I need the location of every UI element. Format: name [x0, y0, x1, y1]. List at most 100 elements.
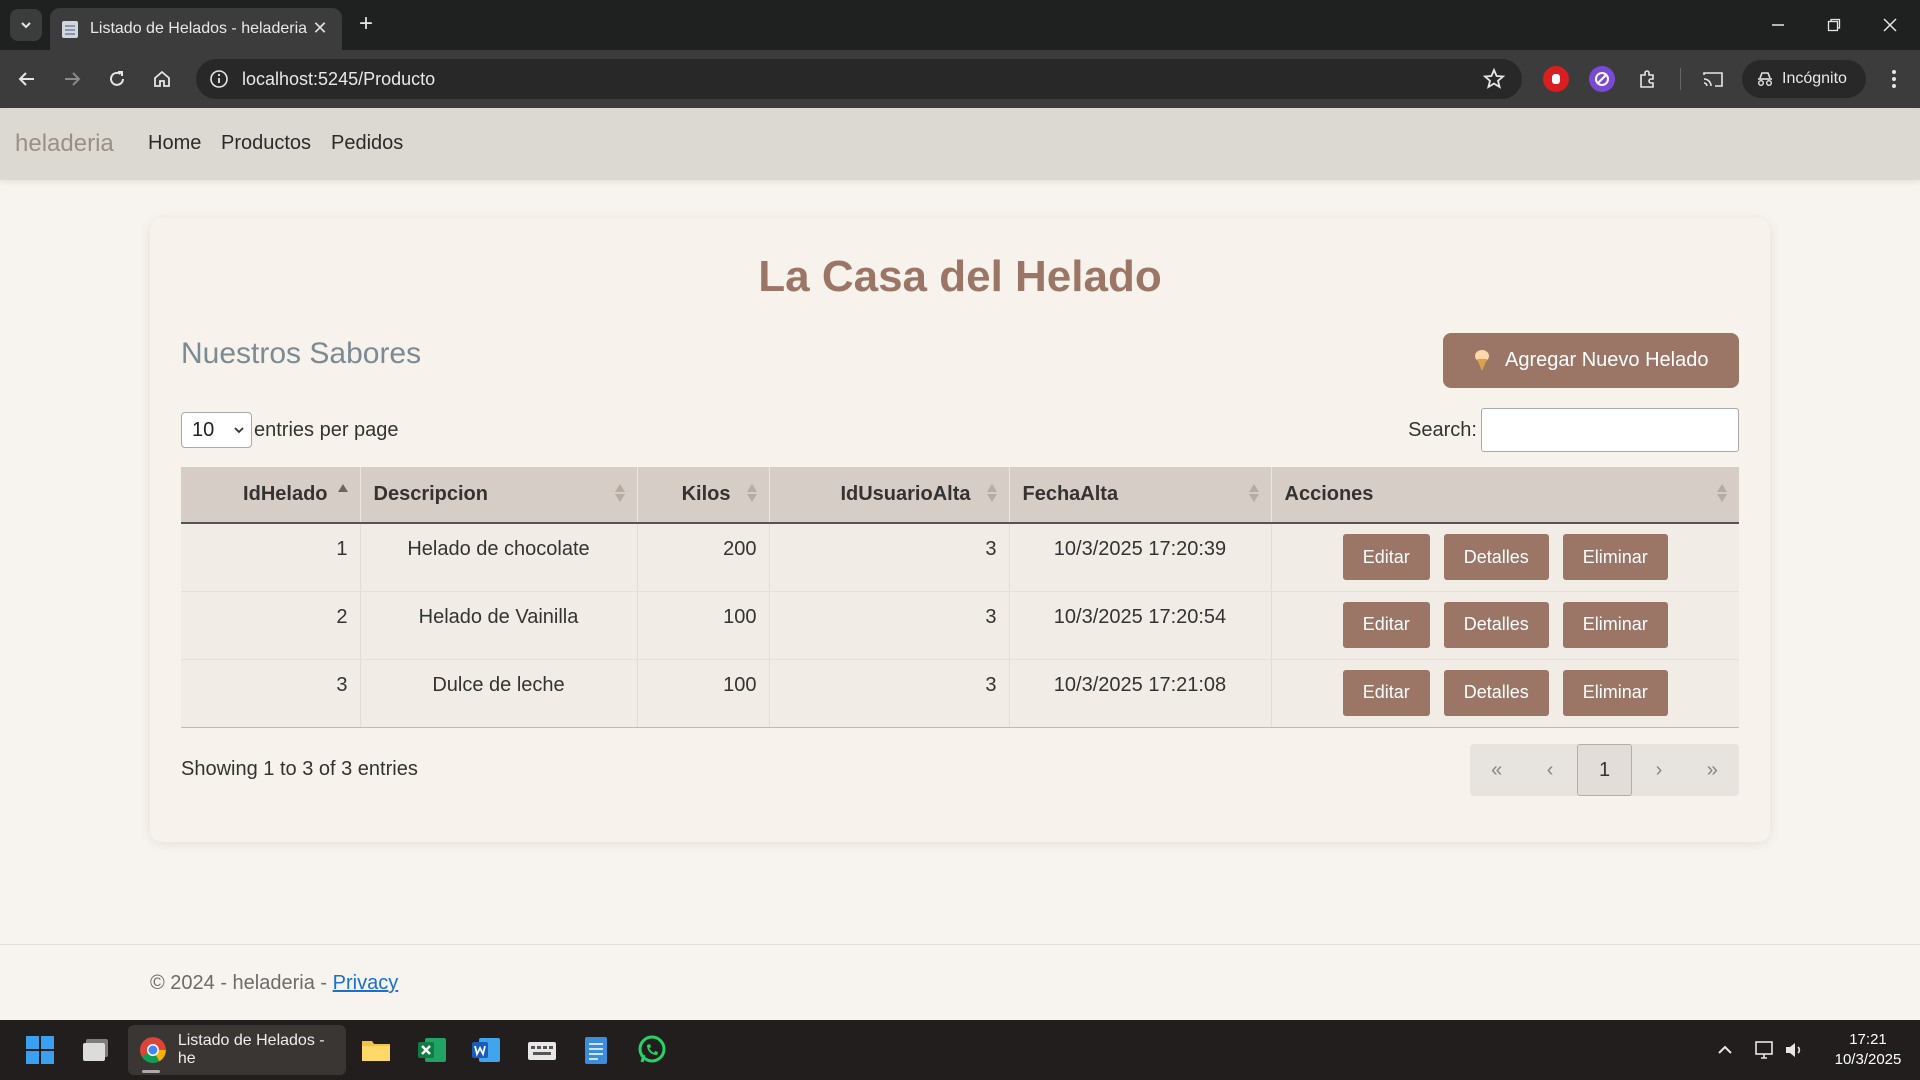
network-monitor-icon	[1755, 1041, 1773, 1059]
per-page-label: entries per page	[254, 418, 399, 441]
windows-start-icon[interactable]	[24, 1034, 56, 1066]
column-header-idusuarioalta[interactable]: IdUsuarioAlta	[769, 467, 1010, 524]
add-button-label: Agregar Nuevo Helado	[1505, 349, 1709, 371]
incognito-icon	[1758, 72, 1772, 86]
word-icon[interactable]	[470, 1034, 502, 1066]
close-icon	[1883, 18, 1897, 32]
minimize-button[interactable]	[1758, 10, 1798, 40]
cell-descripcion: Helado de chocolate	[360, 523, 638, 592]
page-last-button[interactable]: »	[1686, 744, 1739, 796]
table-header-row: IdHelado Descripcion Kilos IdUsuarioAlta…	[181, 467, 1739, 524]
forward-button[interactable]	[56, 63, 88, 95]
chevron-up-icon	[1718, 1045, 1732, 1054]
whatsapp-icon[interactable]	[636, 1034, 668, 1066]
column-header-label: IdUsuarioAlta	[840, 483, 971, 505]
search-input[interactable]	[1481, 408, 1739, 452]
browser-menu-icon[interactable]	[1880, 64, 1908, 94]
table-info: Showing 1 to 3 of 3 entries	[181, 758, 418, 780]
cell-acciones: Editar Detalles Eliminar	[1271, 591, 1739, 660]
sort-icon	[614, 484, 625, 502]
footer-divider	[0, 944, 1920, 945]
bookmark-star-icon[interactable]	[1482, 67, 1506, 91]
nav-link-productos[interactable]: Productos	[221, 132, 311, 155]
details-button[interactable]: Detalles	[1443, 601, 1549, 648]
column-header-idhelado[interactable]: IdHelado	[181, 467, 361, 524]
window-close-button[interactable]	[1870, 10, 1910, 40]
products-card: La Casa del Helado Nuestros Sabores Agre…	[150, 218, 1770, 842]
network-icon[interactable]	[1754, 1020, 1776, 1080]
nav-link-pedidos[interactable]: Pedidos	[331, 132, 403, 155]
reload-button[interactable]	[101, 63, 133, 95]
nav-link-home[interactable]: Home	[148, 132, 201, 155]
browser-tab-active[interactable]: Listado de Helados - heladeria ✕	[50, 8, 342, 50]
edit-button[interactable]: Editar	[1342, 601, 1430, 648]
taskbar-chrome-app[interactable]: Listado de Helados - he	[128, 1025, 346, 1075]
products-table: IdHelado Descripcion Kilos IdUsuarioAlta…	[181, 467, 1739, 728]
tab-close-icon[interactable]: ✕	[308, 16, 332, 40]
arrow-right-icon	[65, 72, 81, 86]
details-button[interactable]: Detalles	[1443, 669, 1549, 716]
tray-overflow-icon[interactable]	[1716, 1020, 1734, 1080]
tab-search-button[interactable]	[10, 9, 42, 41]
cell-fechaalta: 10/3/2025 17:21:08	[1009, 659, 1272, 728]
delete-button[interactable]: Eliminar	[1562, 534, 1668, 580]
notepad-icon[interactable]	[580, 1034, 612, 1066]
delete-button[interactable]: Eliminar	[1562, 601, 1668, 648]
edit-button[interactable]: Editar	[1342, 534, 1430, 580]
reload-icon	[110, 71, 124, 86]
url-text: localhost:5245/Producto	[242, 69, 436, 89]
keyboard-app-icon[interactable]	[526, 1034, 558, 1066]
table-row: 2 Helado de Vainilla 100 3 10/3/2025 17:…	[181, 591, 1739, 660]
file-explorer-icon[interactable]	[360, 1034, 392, 1066]
column-header-fechaalta[interactable]: FechaAlta	[1009, 467, 1272, 524]
edit-button[interactable]: Editar	[1342, 669, 1430, 716]
brand-link[interactable]: heladeria	[15, 130, 114, 158]
incognito-badge[interactable]: Incógnito	[1742, 60, 1866, 98]
new-tab-button[interactable]: +	[352, 10, 380, 38]
extension-block-icon[interactable]	[1589, 66, 1615, 92]
details-button[interactable]: Detalles	[1443, 534, 1549, 580]
cell-fechaalta: 10/3/2025 17:20:39	[1009, 523, 1272, 592]
sort-icon	[1717, 484, 1727, 502]
taskbar-clock[interactable]: 17:21 10/3/2025	[1818, 1030, 1918, 1070]
cell-kilos: 100	[637, 591, 770, 660]
back-button[interactable]	[11, 63, 43, 95]
windows-taskbar: Listado de Helados - he 17:21 10/3/2025	[0, 1020, 1920, 1080]
cell-descripcion: Helado de Vainilla	[360, 591, 638, 660]
cell-idusuarioalta: 3	[769, 591, 1010, 660]
section-subtitle: Nuestros Sabores	[181, 337, 422, 370]
cell-idusuarioalta: 3	[769, 523, 1010, 592]
table-search: Search:	[1408, 408, 1739, 452]
chrome-icon	[139, 1037, 166, 1063]
task-view-icon[interactable]	[80, 1034, 112, 1066]
clock-date: 10/3/2025	[1834, 1051, 1902, 1068]
page-favicon-icon	[62, 21, 78, 38]
page-footer: © 2024 - heladeria - Privacy	[150, 972, 398, 995]
restore-button[interactable]	[1814, 10, 1854, 40]
excel-icon[interactable]	[416, 1034, 448, 1066]
cast-icon[interactable]	[1700, 66, 1726, 92]
extension-adblock-icon[interactable]	[1543, 66, 1569, 92]
add-ice-cream-button[interactable]: Agregar Nuevo Helado	[1443, 333, 1739, 388]
page-previous-button[interactable]: ‹	[1523, 744, 1576, 796]
column-header-kilos[interactable]: Kilos	[637, 467, 770, 524]
toolbar-divider	[1680, 68, 1681, 90]
table-row: 3 Dulce de leche 100 3 10/3/2025 17:21:0…	[181, 659, 1739, 728]
page-next-button[interactable]: ›	[1632, 744, 1685, 796]
site-info-icon[interactable]	[208, 68, 230, 90]
column-header-acciones[interactable]: Acciones	[1271, 467, 1739, 524]
volume-icon[interactable]	[1784, 1020, 1806, 1080]
per-page-value: 10	[192, 418, 215, 441]
page-1-button[interactable]: 1	[1576, 744, 1633, 796]
column-header-label: IdHelado	[243, 483, 328, 505]
entries-per-page-select[interactable]: 10	[181, 412, 252, 448]
address-bar[interactable]: localhost:5245/Producto	[196, 59, 1522, 99]
extensions-puzzle-icon[interactable]	[1634, 66, 1660, 92]
privacy-link[interactable]: Privacy	[333, 972, 399, 994]
page-first-button[interactable]: «	[1470, 744, 1523, 796]
footer-copyright: © 2024 - heladeria -	[150, 972, 333, 994]
home-button[interactable]	[146, 63, 178, 95]
delete-button[interactable]: Eliminar	[1562, 669, 1668, 716]
cell-kilos: 100	[637, 659, 770, 728]
column-header-descripcion[interactable]: Descripcion	[360, 467, 638, 524]
